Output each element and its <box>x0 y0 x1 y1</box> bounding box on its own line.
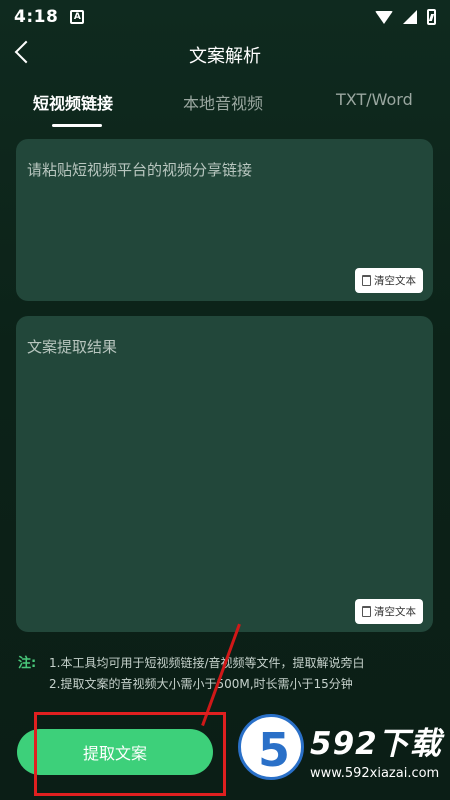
note-line-2: 2.提取文案的音视频大小需小于500M,时长需小于15分钟 <box>49 677 353 691</box>
usage-notes: 注: 1.本工具均可用于短视频链接/音视频等文件，提取解说旁白 2.提取文案的音… <box>18 653 365 695</box>
annotation-highlight-box <box>34 712 226 796</box>
link-input-area[interactable]: 请粘贴短视频平台的视频分享链接 清空文本 <box>16 139 433 301</box>
result-text-area[interactable]: 文案提取结果 清空文本 <box>16 316 433 632</box>
status-time: 4:18 <box>14 7 59 27</box>
clear-input-button[interactable]: 清空文本 <box>355 268 423 293</box>
result-placeholder: 文案提取结果 <box>27 338 118 356</box>
trash-icon <box>362 275 371 286</box>
watermark-brand: 592下载 <box>310 726 442 762</box>
link-input-placeholder: 请粘贴短视频平台的视频分享链接 <box>27 161 253 179</box>
tab-txt-word[interactable]: TXT/Word <box>336 90 413 109</box>
tab-bar: 短视频链接 本地音视频 TXT/Word <box>0 88 450 130</box>
watermark-logo-number: 5 <box>257 723 290 777</box>
status-bar: 4:18 A <box>0 0 450 34</box>
tab-local-media[interactable]: 本地音视频 <box>183 90 263 114</box>
wifi-icon <box>375 10 393 24</box>
notes-tag: 注: <box>18 656 37 671</box>
note-line-1: 1.本工具均可用于短视频链接/音视频等文件，提取解说旁白 <box>49 656 365 670</box>
notification-a-icon: A <box>70 10 85 24</box>
site-watermark: 5 592下载 www.592xiazai.com <box>226 704 450 800</box>
page-title: 文案解析 <box>189 46 261 67</box>
status-icons <box>375 9 436 25</box>
active-tab-indicator <box>52 124 102 127</box>
battery-charging-icon <box>427 9 436 25</box>
app-header: 文案解析 <box>0 34 450 74</box>
watermark-logo-icon: 5 <box>238 714 304 780</box>
clear-result-label: 清空文本 <box>374 606 416 618</box>
watermark-url: www.592xiazai.com <box>310 766 440 781</box>
trash-icon <box>362 606 371 617</box>
clear-result-button[interactable]: 清空文本 <box>355 599 423 624</box>
tab-short-video-link[interactable]: 短视频链接 <box>33 90 113 114</box>
signal-icon <box>403 10 417 24</box>
clear-input-label: 清空文本 <box>374 275 416 287</box>
